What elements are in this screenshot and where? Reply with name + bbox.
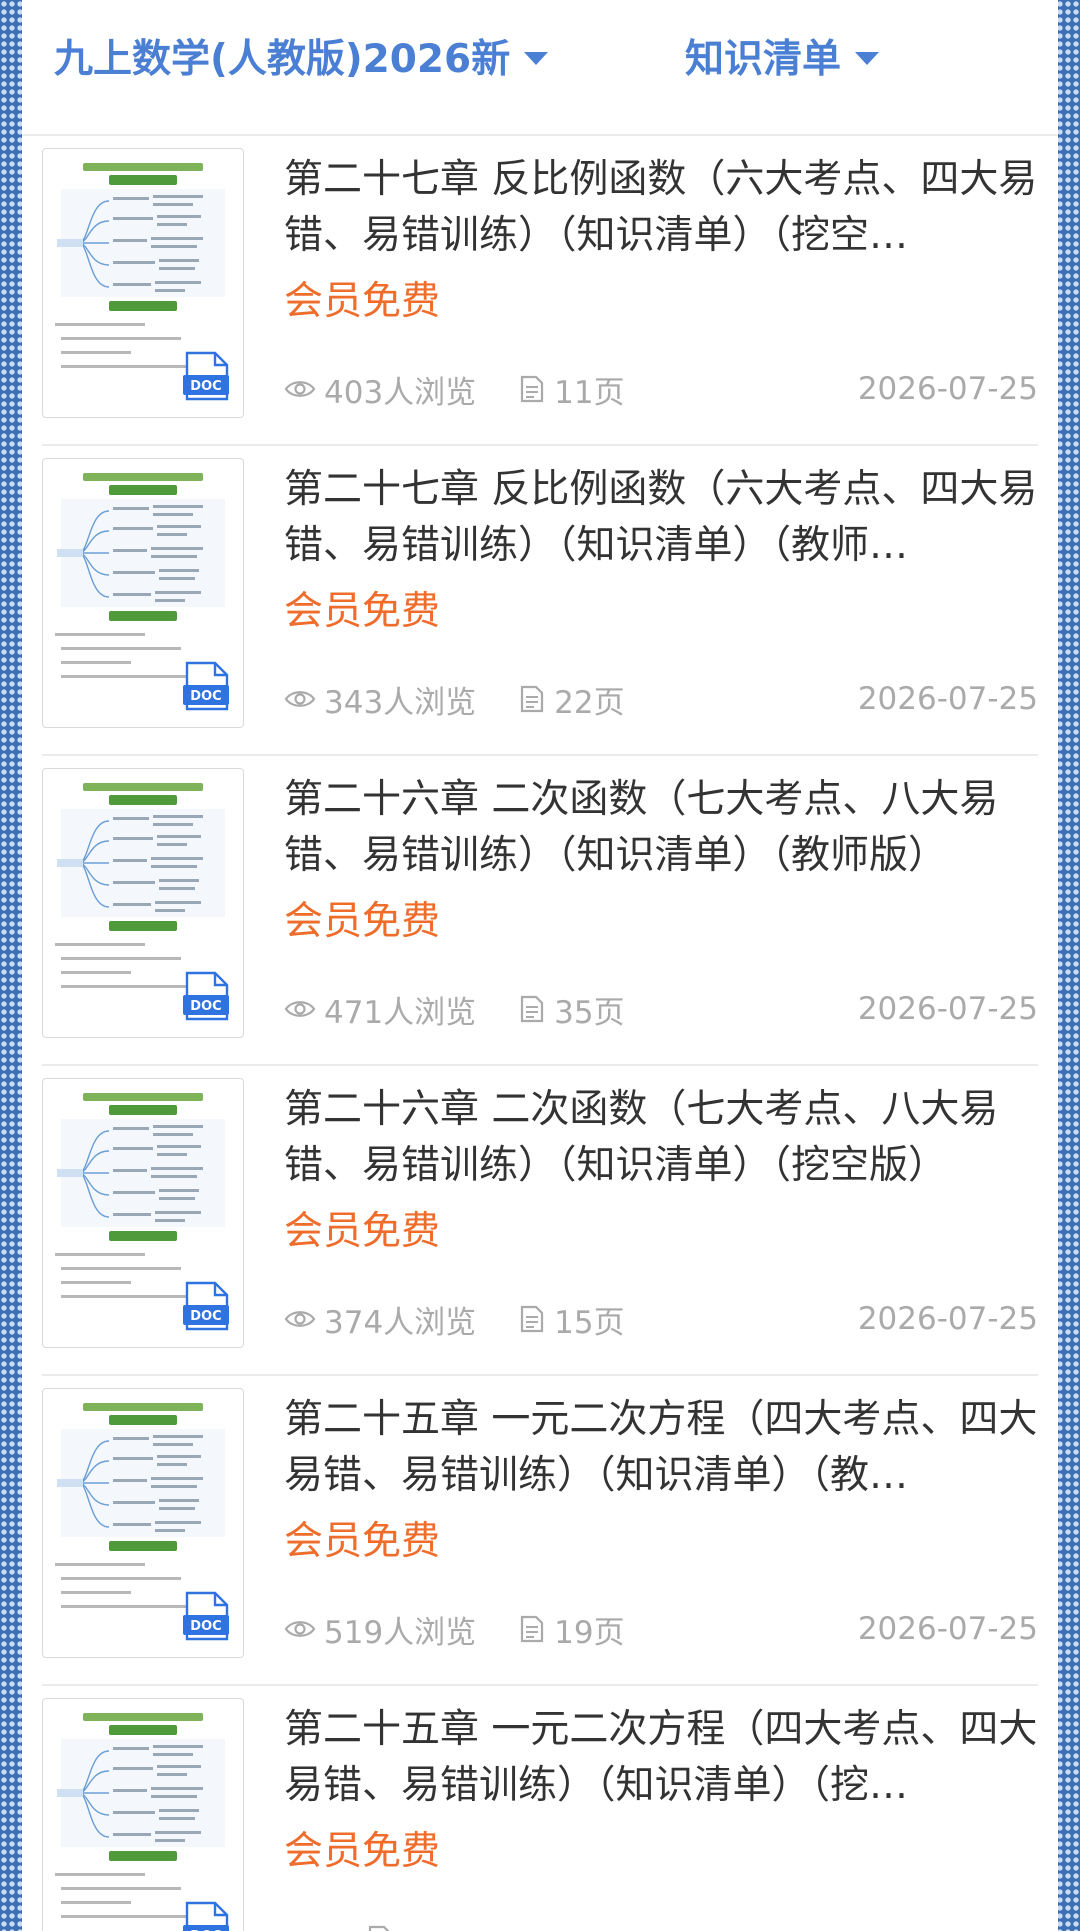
eye-icon (284, 691, 316, 707)
eye-icon (284, 381, 316, 397)
page-count: 22页 (554, 684, 625, 721)
doc-icon: DOC (183, 1281, 229, 1331)
document-meta: 343人浏览 22页 2026-07-25 (284, 674, 1038, 724)
document-title[interactable]: 第二十七章 反比例函数（六大考点、四大易错、易错训练）（知识清单）（挖空… (284, 152, 1040, 264)
price-label: 会员免费 (284, 899, 441, 944)
page-icon (521, 375, 544, 403)
price-label: 会员免费 (284, 1209, 441, 1254)
document-thumbnail[interactable]: DOC (42, 1388, 244, 1658)
document-meta: 471人浏览 35页 2026-07-25 (284, 984, 1038, 1034)
type-filter-label: 知识清单 (685, 37, 842, 82)
price-label: 会员免费 (284, 1829, 441, 1874)
page-count: 11页 (554, 374, 625, 411)
document-meta: 374人浏览 15页 2026-07-25 (284, 1294, 1038, 1344)
publish-date: 2026-07-25 (857, 991, 1038, 1027)
page-icon (521, 1615, 544, 1643)
view-count: 374人浏览 (324, 1304, 477, 1341)
document-list-item[interactable]: DOC 第二十七章 反比例函数（六大考点、四大易错、易错训练）（知识清单）（挖空… (42, 136, 1038, 446)
document-list: DOC 第二十七章 反比例函数（六大考点、四大易错、易错训练）（知识清单）（挖空… (22, 136, 1058, 1931)
document-title[interactable]: 第二十六章 二次函数（七大考点、八大易错、易错训练）（知识清单）（挖空版） (284, 1082, 1040, 1194)
grade-filter-dropdown[interactable]: 九上数学(人教版)2026新 (54, 28, 549, 84)
eye-icon (284, 1311, 316, 1327)
caret-down-icon (524, 51, 549, 65)
page-icon (521, 1305, 544, 1333)
page-icon (368, 1925, 390, 1931)
filter-bar: 九上数学(人教版)2026新 知识清单 (22, 0, 1058, 136)
document-meta (284, 1914, 1038, 1931)
page-count: 19页 (554, 1614, 625, 1651)
document-thumbnail[interactable]: DOC (42, 1698, 244, 1931)
document-thumbnail[interactable]: DOC (42, 768, 244, 1038)
svg-text:DOC: DOC (190, 379, 221, 394)
grade-filter-label: 九上数学(人教版)2026新 (54, 37, 511, 82)
type-filter-dropdown[interactable]: 知识清单 (685, 28, 880, 84)
publish-date: 2026-07-25 (857, 681, 1038, 717)
document-meta: 519人浏览 19页 2026-07-25 (284, 1604, 1038, 1654)
doc-icon: DOC (183, 971, 229, 1021)
page-icon (521, 995, 544, 1023)
document-list-item[interactable]: DOC 第二十七章 反比例函数（六大考点、四大易错、易错训练）（知识清单）（教师… (42, 446, 1038, 756)
view-count: 471人浏览 (324, 994, 477, 1031)
price-label: 会员免费 (284, 1519, 441, 1564)
svg-text:DOC: DOC (190, 1619, 221, 1634)
doc-icon: DOC (183, 1591, 229, 1641)
view-count: 519人浏览 (324, 1614, 477, 1651)
mindmap-preview (55, 1713, 225, 1918)
eye-icon (284, 1621, 316, 1637)
doc-icon: DOC (183, 351, 229, 401)
price-label: 会员免费 (284, 589, 441, 634)
document-title[interactable]: 第二十五章 一元二次方程（四大考点、四大易错、易错训练）（知识清单）（教… (284, 1392, 1040, 1504)
document-list-item[interactable]: DOC 第二十五章 一元二次方程（四大考点、四大易错、易错训练）（知识清单）（挖… (42, 1686, 1038, 1931)
document-thumbnail[interactable]: DOC (42, 458, 244, 728)
page-icon (521, 685, 544, 713)
document-list-item[interactable]: DOC 第二十六章 二次函数（七大考点、八大易错、易错训练）（知识清单）（教师版… (42, 756, 1038, 1066)
view-count: 403人浏览 (324, 374, 477, 411)
doc-icon: DOC (183, 1901, 229, 1931)
svg-text:DOC: DOC (190, 1309, 221, 1324)
eye-icon (284, 1001, 316, 1017)
publish-date: 2026-07-25 (857, 371, 1038, 407)
svg-text:DOC: DOC (190, 999, 221, 1014)
caret-down-icon (855, 51, 880, 65)
publish-date: 2026-07-25 (857, 1611, 1038, 1647)
document-thumbnail[interactable]: DOC (42, 1078, 244, 1348)
price-label: 会员免费 (284, 279, 441, 324)
document-list-item[interactable]: DOC 第二十六章 二次函数（七大考点、八大易错、易错训练）（知识清单）（挖空版… (42, 1066, 1038, 1376)
publish-date: 2026-07-25 (857, 1301, 1038, 1337)
document-thumbnail[interactable]: DOC (42, 148, 244, 418)
view-count: 343人浏览 (324, 684, 477, 721)
document-title[interactable]: 第二十七章 反比例函数（六大考点、四大易错、易错训练）（知识清单）（教师… (284, 462, 1040, 574)
app-panel: 九上数学(人教版)2026新 知识清单 DOC 第二十七章 反比例函数（六大考点… (22, 0, 1058, 1931)
document-list-item[interactable]: DOC 第二十五章 一元二次方程（四大考点、四大易错、易错训练）（知识清单）（教… (42, 1376, 1038, 1686)
doc-icon: DOC (183, 661, 229, 711)
document-title[interactable]: 第二十六章 二次函数（七大考点、八大易错、易错训练）（知识清单）（教师版） (284, 772, 1040, 884)
document-meta: 403人浏览 11页 2026-07-25 (284, 364, 1038, 414)
document-title[interactable]: 第二十五章 一元二次方程（四大考点、四大易错、易错训练）（知识清单）（挖… (284, 1702, 1040, 1814)
page-count: 35页 (554, 994, 625, 1031)
page-count: 15页 (554, 1304, 625, 1341)
svg-text:DOC: DOC (190, 689, 221, 704)
